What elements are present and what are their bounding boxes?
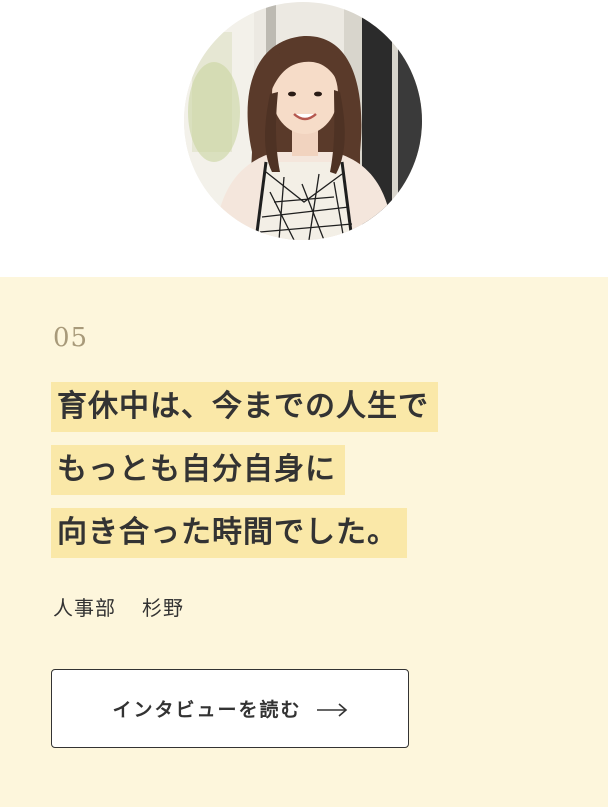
headline-line: 向き合った時間でした。 xyxy=(51,508,438,558)
headline-line-text: 育休中は、今までの人生で xyxy=(51,382,438,432)
read-interview-label: インタビューを読む xyxy=(112,699,302,721)
person-info: 人事部 杉野 xyxy=(53,592,184,621)
person-name: 杉野 xyxy=(142,596,184,620)
department-label: 人事部 xyxy=(53,596,116,620)
headline-line: 育休中は、今までの人生で xyxy=(51,382,438,432)
headline-line-text: もっとも自分自身に xyxy=(51,445,345,495)
photo-section xyxy=(0,0,608,277)
headline-line-text: 向き合った時間でした。 xyxy=(51,508,407,558)
interview-headline: 育休中は、今までの人生で もっとも自分自身に 向き合った時間でした。 xyxy=(51,382,438,571)
profile-photo xyxy=(184,2,422,240)
read-interview-button[interactable]: インタビューを読む xyxy=(51,669,409,748)
interview-number: 05 xyxy=(53,323,89,353)
arrow-right-icon xyxy=(316,702,348,717)
headline-line: もっとも自分自身に xyxy=(51,445,438,495)
